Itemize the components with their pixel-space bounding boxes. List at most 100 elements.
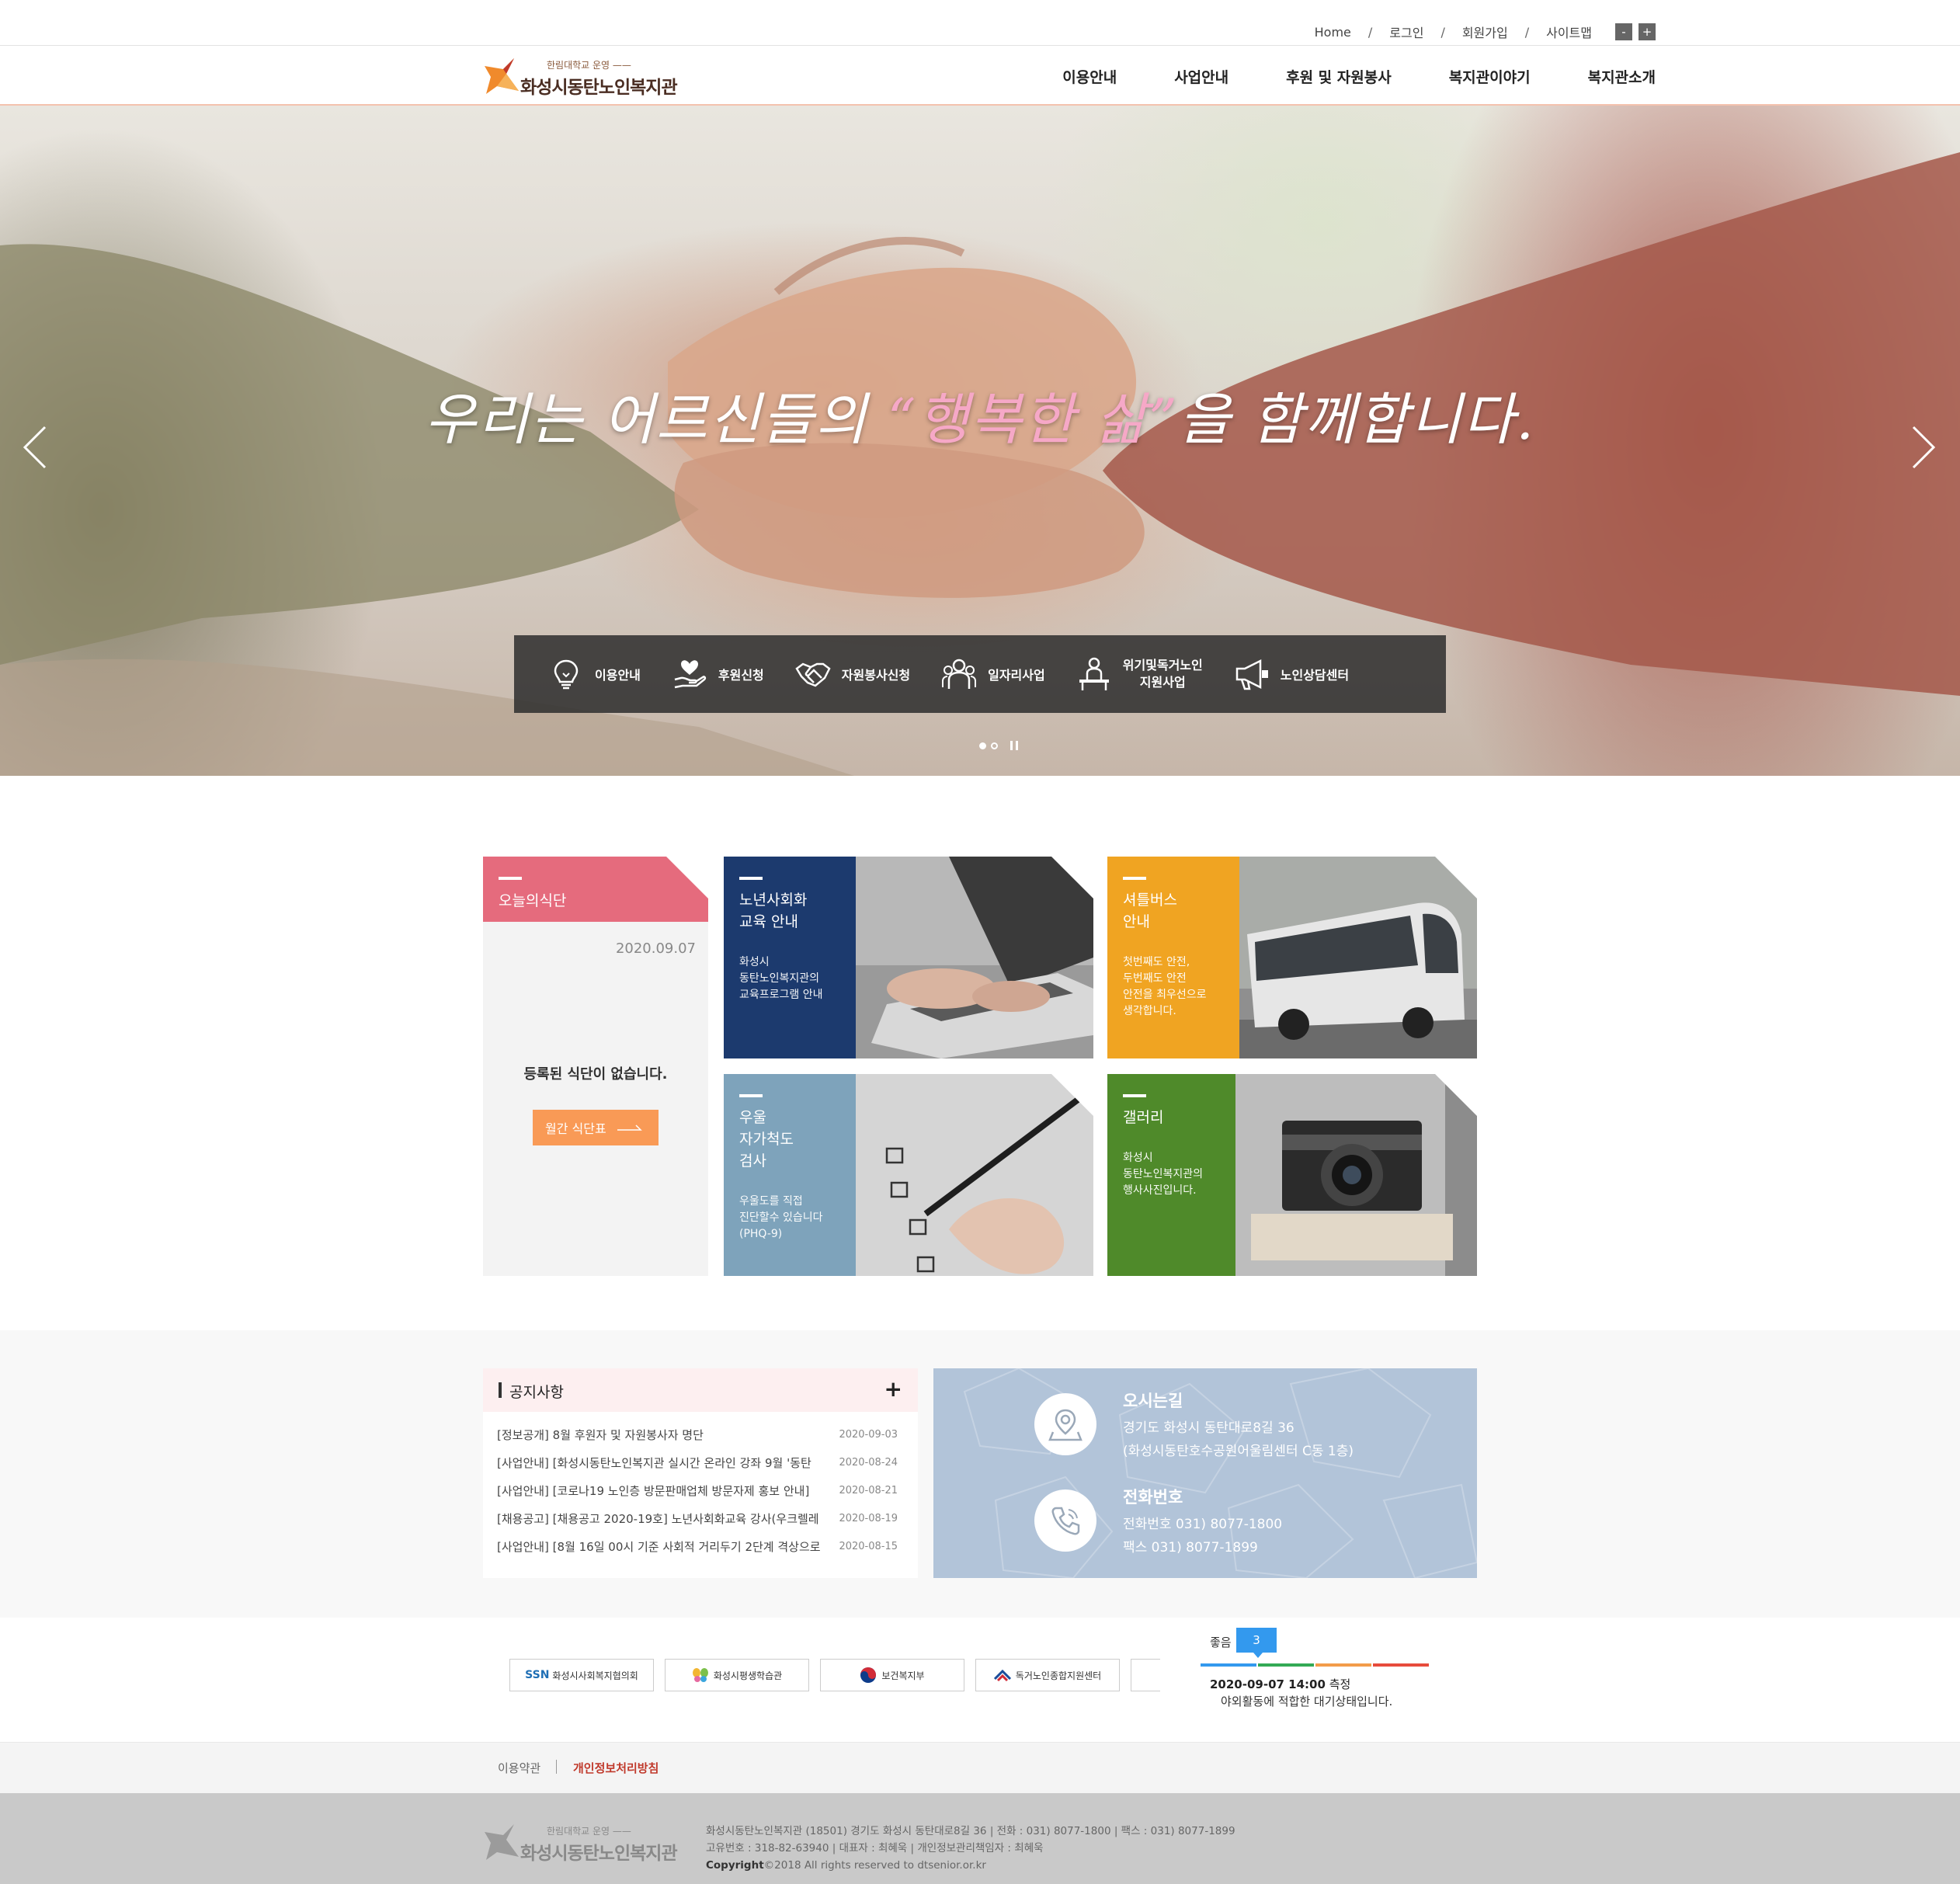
quick-item-counseling[interactable]: 노인상담센터 bbox=[1234, 656, 1349, 692]
hero-headline: 우리는 어르신들의 “행복한 삶”을 함께합니다. bbox=[0, 374, 1960, 455]
air-quality-widget: 좋음 3 2020-09-07 14:00 측정 야외활동에 적합한 대기상태입… bbox=[1201, 1628, 1434, 1713]
phone-icon bbox=[1051, 1507, 1080, 1535]
tile-text-column: 갤러리 화성시 동탄노인복지관의 행사사진입니다. bbox=[1107, 1074, 1235, 1276]
partner-banner-strip: SSN 화성시사회복지협의회 화성시평생학습관 보건복지부 독거노인종합지원센터 bbox=[509, 1659, 1160, 1693]
notice-panel: 공지사항 + [정보공개] 8월 후원자 및 자원봉사자 명단 2020-09-0… bbox=[483, 1368, 918, 1578]
title-bar-decoration bbox=[499, 877, 522, 880]
nav-item-support[interactable]: 후원 및 자원봉사 bbox=[1286, 66, 1392, 87]
quick-item-label-multiline: 위기및독거노인 지원사업 bbox=[1123, 657, 1203, 691]
tile-desc-line: 교육프로그램 안내 bbox=[739, 989, 823, 1001]
nav-item-about[interactable]: 복지관소개 bbox=[1588, 66, 1656, 87]
meal-date: 2020.09.07 bbox=[615, 940, 696, 957]
tile-desc-line: (PHQ-9) bbox=[739, 1228, 783, 1240]
tile-description: 화성시 동탄노인복지관의 교육프로그램 안내 bbox=[739, 954, 823, 1003]
join-link[interactable]: 회원가입 bbox=[1445, 23, 1525, 41]
zoom-in-button[interactable]: + bbox=[1639, 23, 1656, 40]
notice-title: 공지사항 bbox=[509, 1384, 564, 1401]
partner-label: 화성시평생학습관 bbox=[713, 1670, 783, 1681]
logo-name: 화성시동탄노인복지관 bbox=[520, 78, 678, 98]
notice-more-button[interactable]: + bbox=[884, 1376, 902, 1402]
air-quality-value: 3 bbox=[1236, 1628, 1277, 1658]
tile-title-line: 자가척도 bbox=[739, 1131, 794, 1148]
footer-logo-name: 화성시동탄노인복지관 bbox=[520, 1844, 678, 1864]
scale-segment-good bbox=[1201, 1663, 1256, 1667]
tile-title: 셔틀버스 안내 bbox=[1123, 889, 1177, 933]
corner-cut-decoration bbox=[1435, 1074, 1477, 1116]
quick-item-jobs[interactable]: 일자리사업 bbox=[941, 656, 1045, 692]
notice-item[interactable]: [채용공고] [채용공고 2020-19호] 노년사회화교육 강사(우크렐레 20… bbox=[497, 1505, 902, 1533]
partner-lifelong-learning[interactable]: 화성시평생학습관 bbox=[665, 1659, 809, 1691]
quick-item-label-line-1: 위기및독거노인 bbox=[1122, 658, 1203, 673]
site-logo[interactable]: 한림대학교 운영 —— 화성시동탄노인복지관 bbox=[483, 55, 685, 99]
tile-title-line: 교육 안내 bbox=[739, 913, 798, 930]
partner-ssn[interactable]: SSN 화성시사회복지협의회 bbox=[509, 1659, 654, 1691]
corner-cut-decoration bbox=[1051, 1074, 1093, 1116]
tile-shuttle-bus[interactable]: 셔틀버스 안내 첫번째도 안전, 두번째도 안전 안전을 최우선으로 생각합니다… bbox=[1107, 857, 1477, 1058]
tile-desc-line: 생각합니다. bbox=[1123, 1005, 1176, 1017]
tile-desc-line: 동탄노인복지관의 bbox=[1123, 1168, 1204, 1180]
zoom-out-button[interactable]: - bbox=[1615, 23, 1632, 40]
tile-education[interactable]: 노년사회화 교육 안내 화성시 동탄노인복지관의 교육프로그램 안내 bbox=[724, 857, 1093, 1058]
address-line-1: 경기도 화성시 동탄대로8길 36 bbox=[1123, 1420, 1295, 1436]
hero-banner: 우리는 어르신들의 “행복한 삶”을 함께합니다. 이용안내 후원신청 자원봉사… bbox=[0, 106, 1960, 776]
taegeuk-icon bbox=[860, 1667, 877, 1683]
monthly-menu-button[interactable]: 월간 식단표 bbox=[533, 1110, 659, 1145]
partner-next[interactable] bbox=[1131, 1659, 1160, 1691]
tile-depression-test[interactable]: 우울 자가척도 검사 우울도를 직접 진단할수 있습니다 (PHQ-9) bbox=[724, 1074, 1093, 1276]
prev-slide-icon[interactable] bbox=[22, 424, 48, 471]
login-link[interactable]: 로그인 bbox=[1372, 23, 1440, 41]
megaphone-icon bbox=[1235, 659, 1268, 690]
partner-ministry-health[interactable]: 보건복지부 bbox=[820, 1659, 964, 1691]
footer-logo-subtitle: 한림대학교 운영 —— bbox=[547, 1826, 631, 1837]
terms-link[interactable]: 이용약관 bbox=[498, 1760, 540, 1776]
main-nav: 이용안내 사업안내 후원 및 자원봉사 복지관이야기 복지관소개 bbox=[1005, 46, 1656, 106]
scale-segment-normal bbox=[1258, 1663, 1314, 1667]
privacy-link[interactable]: 개인정보처리방침 bbox=[573, 1760, 659, 1776]
air-quality-label: 좋음 bbox=[1210, 1635, 1232, 1649]
phone-number: 전화번호 031) 8077-1800 bbox=[1123, 1517, 1283, 1532]
hero-headline-pre: 우리는 어르신들의 bbox=[424, 387, 888, 452]
quick-item-donate[interactable]: 후원신청 bbox=[672, 656, 764, 692]
tile-gallery[interactable]: 갤러리 화성시 동탄노인복지관의 행사사진입니다. bbox=[1107, 1074, 1477, 1276]
air-quality-scale bbox=[1201, 1663, 1430, 1667]
tile-description: 우울도를 직접 진단할수 있습니다 (PHQ-9) bbox=[739, 1194, 823, 1243]
tile-desc-line: 진단할수 있습니다 bbox=[739, 1211, 823, 1224]
notice-item[interactable]: [사업안내] [코로나19 노인층 방문판매업체 방문자제 홍보 안내] 2020… bbox=[497, 1477, 902, 1505]
notice-item-date: 2020-08-15 bbox=[839, 1541, 898, 1552]
slide-dot-2[interactable] bbox=[991, 742, 998, 749]
slide-dot-1[interactable] bbox=[979, 742, 986, 749]
tile-desc-line: 화성시 bbox=[739, 956, 770, 968]
nav-item-usage[interactable]: 이용안내 bbox=[1062, 66, 1117, 87]
nav-item-story[interactable]: 복지관이야기 bbox=[1449, 66, 1531, 87]
butterfly-icon bbox=[692, 1668, 708, 1682]
notice-item-title: [사업안내] [화성시동탄노인복지관 실시간 온라인 강좌 9월 '동탄 bbox=[497, 1456, 811, 1470]
meal-panel: 오늘의식단 2020.09.07 등록된 식단이 없습니다. 월간 식단표 bbox=[483, 857, 708, 1276]
sitemap-link[interactable]: 사이트맵 bbox=[1529, 23, 1609, 41]
notice-item[interactable]: [정보공개] 8월 후원자 및 자원봉사자 명단 2020-09-03 bbox=[497, 1421, 902, 1449]
notice-item[interactable]: [사업안내] [화성시동탄노인복지관 실시간 온라인 강좌 9월 '동탄 2020… bbox=[497, 1449, 902, 1477]
quick-item-label-line-2: 지원사업 bbox=[1139, 675, 1186, 690]
nav-item-business[interactable]: 사업안내 bbox=[1174, 66, 1228, 87]
partner-label: 독거노인종합지원센터 bbox=[1015, 1670, 1102, 1681]
partner-label: 보건복지부 bbox=[881, 1670, 925, 1681]
quick-menu: 이용안내 후원신청 자원봉사신청 일자리사업 위기및독거노인 지원사업 노인상담… bbox=[514, 635, 1446, 713]
notice-item-title: [사업안내] [8월 16일 00시 기준 사회적 거리두기 2단계 격상으로 bbox=[497, 1540, 821, 1554]
next-slide-icon[interactable] bbox=[1910, 424, 1937, 471]
tile-desc-line: 행사사진입니다. bbox=[1123, 1184, 1197, 1197]
notice-item[interactable]: [사업안내] [8월 16일 00시 기준 사회적 거리두기 2단계 격상으로 2… bbox=[497, 1533, 902, 1561]
tile-title: 우울 자가척도 검사 bbox=[739, 1107, 794, 1172]
pause-icon[interactable] bbox=[1010, 741, 1018, 750]
partner-elderly-support-center[interactable]: 독거노인종합지원센터 bbox=[975, 1659, 1120, 1691]
tile-title: 노년사회화 교육 안내 bbox=[739, 889, 807, 933]
handshake-icon bbox=[795, 662, 831, 687]
footer-logo: 한림대학교 운영 —— 화성시동탄노인복지관 bbox=[483, 1821, 685, 1865]
corner-cut-decoration bbox=[1435, 857, 1477, 899]
fax-number: 팩스 031) 8077-1899 bbox=[1123, 1540, 1258, 1556]
home-link[interactable]: Home bbox=[1298, 25, 1368, 40]
quick-item-volunteer[interactable]: 자원봉사신청 bbox=[795, 656, 910, 692]
utility-bar: Home / 로그인 / 회원가입 / 사이트맵 - + bbox=[1298, 20, 1656, 43]
quick-item-label: 후원신청 bbox=[718, 668, 764, 683]
quick-item-crisis-support[interactable]: 위기및독거노인 지원사업 bbox=[1076, 656, 1203, 692]
notice-item-title: [정보공개] 8월 후원자 및 자원봉사자 명단 bbox=[497, 1428, 704, 1442]
quick-item-usage[interactable]: 이용안내 bbox=[548, 656, 641, 692]
